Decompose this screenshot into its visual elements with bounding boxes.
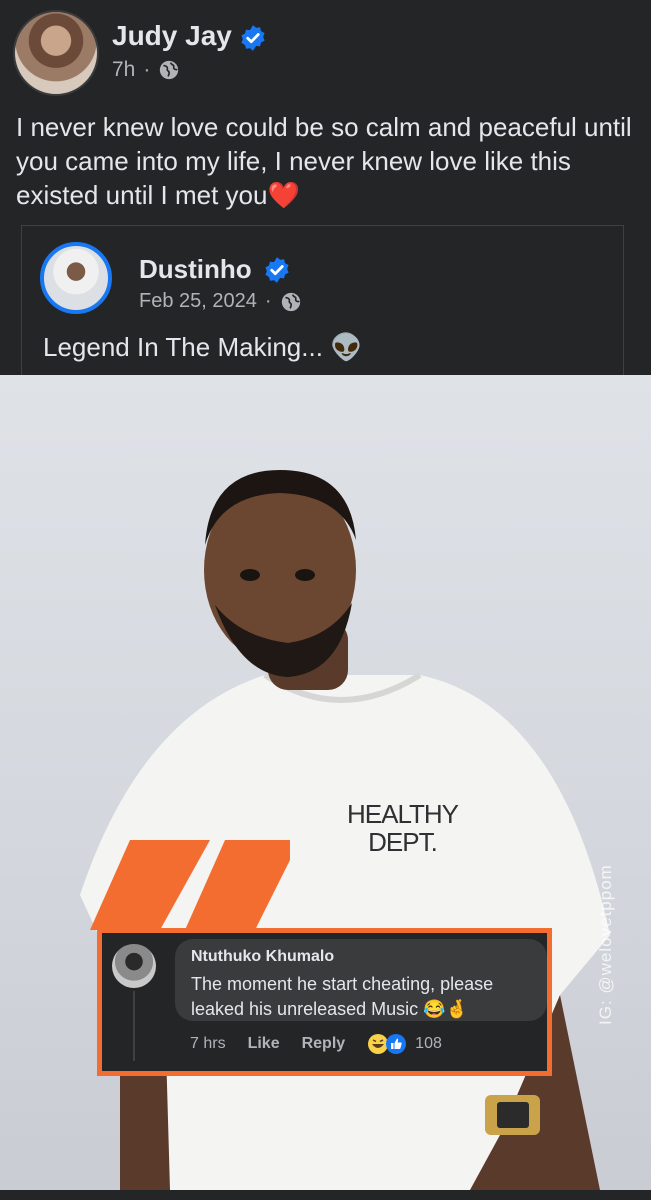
shared-post-meta: Feb 25, 2024 · — [139, 290, 302, 313]
highlighted-comment: Ntuthuko Khumalo The moment he start che… — [97, 928, 552, 1076]
shared-author-name[interactable]: Dustinho — [139, 254, 252, 285]
shared-post[interactable]: Dustinho Feb 25, 2024 · Legend In The Ma… — [21, 225, 624, 385]
comment-text: The moment he start cheating, please lea… — [191, 974, 494, 1019]
post-meta: 7h · — [112, 58, 180, 82]
facebook-post: Judy Jay 7h · I never knew love could be… — [0, 0, 651, 1200]
post-time[interactable]: 7h — [112, 58, 135, 82]
commenter-avatar[interactable] — [112, 944, 156, 988]
author-avatar[interactable] — [13, 10, 99, 96]
globe-icon — [281, 292, 300, 311]
comment-reactions[interactable] — [367, 1033, 407, 1055]
post-text: I never knew love could be so calm and p… — [16, 112, 632, 210]
comment-time[interactable]: 7 hrs — [190, 1035, 226, 1053]
shirt-text-line2: DEPT. — [368, 827, 438, 857]
comment-thread-line — [133, 991, 135, 1061]
verified-badge-icon — [241, 25, 265, 51]
author-name[interactable]: Judy Jay — [112, 20, 232, 52]
comment-reply-button[interactable]: Reply — [302, 1035, 346, 1053]
comment-like-button[interactable]: Like — [248, 1035, 280, 1053]
shared-post-date[interactable]: Feb 25, 2024 — [139, 290, 257, 313]
globe-icon — [160, 60, 179, 80]
shirt-print: HEALTHY DEPT. — [347, 799, 459, 857]
meta-separator: · — [143, 58, 151, 81]
reaction-count[interactable]: 108 — [415, 1035, 442, 1053]
comment-bubble[interactable]: Ntuthuko Khumalo The moment he start che… — [175, 939, 547, 1021]
like-reaction-icon — [386, 1034, 407, 1054]
watermark: IG: @welovetppom — [596, 864, 615, 1025]
shirt-text-line1: HEALTHY — [347, 799, 459, 829]
comment-actions: 7 hrs Like Reply 108 — [190, 1033, 464, 1055]
shared-author-avatar[interactable] — [40, 242, 112, 314]
post-photo[interactable]: HEALTHY DEPT. IG: @welovetppom Ntuthuko … — [0, 375, 651, 1190]
meta-separator: · — [264, 290, 272, 312]
shared-post-text: Legend In The Making... 👽 — [43, 332, 363, 362]
verified-badge-icon — [265, 257, 289, 283]
quote-mark-icon — [90, 840, 290, 930]
bottom-bar — [0, 1190, 651, 1200]
commenter-name[interactable]: Ntuthuko Khumalo — [191, 948, 334, 966]
